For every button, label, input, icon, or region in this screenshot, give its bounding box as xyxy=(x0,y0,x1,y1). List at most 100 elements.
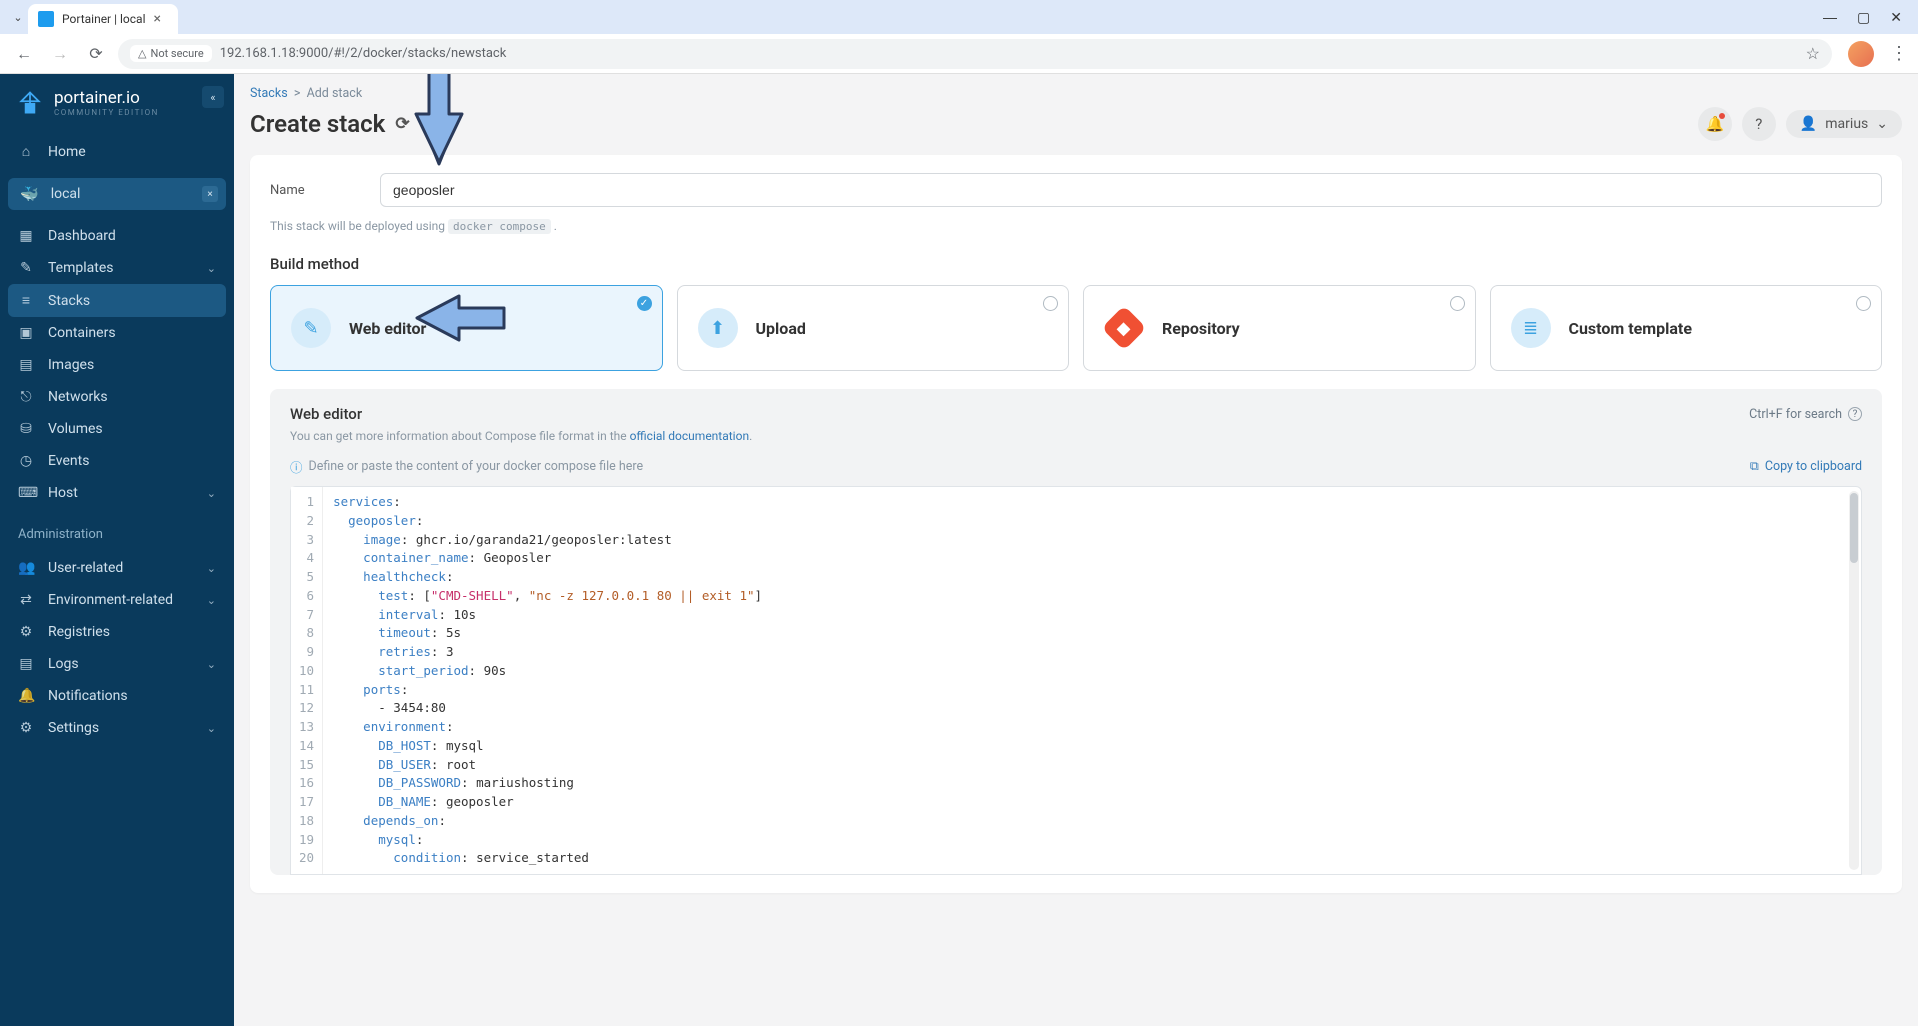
build-method-upload[interactable]: ⬆ Upload xyxy=(677,285,1070,371)
nav-icon: ▤ xyxy=(18,656,34,672)
method-icon: ◆ xyxy=(1101,305,1146,350)
notification-dot xyxy=(1719,113,1725,119)
nav-icon: ✎ xyxy=(18,260,34,276)
security-chip[interactable]: △ Not secure xyxy=(130,45,212,62)
method-icon: ⬆ xyxy=(698,308,738,348)
brand-edition: COMMUNITY EDITION xyxy=(54,108,159,117)
window-close-icon[interactable]: ✕ xyxy=(1890,9,1902,26)
nav-icon: ⚙ xyxy=(18,624,34,640)
chevron-down-icon: ⌄ xyxy=(207,562,216,575)
sidebar-item-stacks[interactable]: ≡Stacks xyxy=(8,284,226,317)
window-maximize-icon[interactable]: ▢ xyxy=(1857,9,1870,26)
brand-name: portainer.io xyxy=(54,88,159,108)
sidebar-item-environment-related[interactable]: ⇄Environment-related⌄ xyxy=(0,584,234,616)
nav-icon: ⛁ xyxy=(18,421,34,437)
chevron-down-icon: ⌄ xyxy=(207,594,216,607)
help-button[interactable]: ? xyxy=(1742,107,1776,141)
official-docs-link[interactable]: official documentation xyxy=(630,429,750,443)
nav-icon: ▤ xyxy=(18,357,34,373)
nav-icon: ◷ xyxy=(18,453,34,469)
scrollbar-thumb[interactable] xyxy=(1850,493,1858,563)
sidebar-item-user-related[interactable]: 👥User-related⌄ xyxy=(0,552,234,584)
sidebar-item-settings[interactable]: ⚙Settings⌄ xyxy=(0,712,234,744)
chevron-down-icon: ⌄ xyxy=(207,722,216,735)
docker-whale-icon: 🐳 xyxy=(20,185,39,203)
forward-button[interactable]: → xyxy=(46,40,74,68)
compose-code-editor[interactable]: 1234567891011121314151617181920 services… xyxy=(290,486,1862,875)
window-minimize-icon[interactable]: — xyxy=(1823,9,1837,26)
notifications-button[interactable]: 🔔 xyxy=(1698,107,1732,141)
sidebar-environment-pill[interactable]: 🐳 local × xyxy=(8,178,226,210)
sidebar: portainer.io COMMUNITY EDITION « ⌂ Home … xyxy=(0,74,234,1026)
editor-placeholder-info: ⓘ Define or paste the content of your do… xyxy=(290,457,643,476)
sidebar-item-dashboard[interactable]: ▦Dashboard xyxy=(0,220,234,252)
back-button[interactable]: ← xyxy=(10,40,38,68)
nav-icon: ▣ xyxy=(18,325,34,341)
code-gutter: 1234567891011121314151617181920 xyxy=(291,487,323,874)
tab-close-icon[interactable]: × xyxy=(154,11,161,27)
address-bar[interactable]: △ Not secure 192.168.1.18:9000/#!/2/dock… xyxy=(118,39,1832,69)
main-content: Stacks > Add stack Create stack ⟳ 🔔 ? xyxy=(234,74,1918,1026)
browser-tab[interactable]: Portainer | local × xyxy=(28,4,178,34)
method-icon: ✎ xyxy=(291,308,331,348)
user-menu[interactable]: 👤 marius ⌄ xyxy=(1786,110,1902,138)
warning-icon: △ xyxy=(138,47,146,60)
sidebar-item-host[interactable]: ⌨Host⌄ xyxy=(0,477,234,509)
sidebar-item-registries[interactable]: ⚙Registries xyxy=(0,616,234,648)
build-method-repository[interactable]: ◆ Repository xyxy=(1083,285,1476,371)
editor-search-hint: Ctrl+F for search ? xyxy=(1749,407,1862,422)
reload-button[interactable]: ⟳ xyxy=(82,40,110,68)
help-circle-icon[interactable]: ? xyxy=(1848,407,1862,421)
nav-icon: 🔔 xyxy=(18,688,34,704)
profile-avatar[interactable] xyxy=(1848,41,1874,67)
nav-icon: ⇄ xyxy=(18,592,34,608)
sidebar-item-images[interactable]: ▤Images xyxy=(0,349,234,381)
page-title: Create stack ⟳ xyxy=(250,110,410,138)
sidebar-header: portainer.io COMMUNITY EDITION « xyxy=(0,74,234,131)
breadcrumb-current: Add stack xyxy=(307,86,363,101)
code-content[interactable]: services: geoposler: image: ghcr.io/gara… xyxy=(323,487,1861,874)
nav-icon: ⎋ xyxy=(18,389,34,405)
radio-indicator xyxy=(1043,296,1058,311)
portainer-logo-icon xyxy=(16,89,44,117)
deploy-helper-text: This stack will be deployed using docker… xyxy=(270,219,1882,233)
annotation-arrow-down xyxy=(404,74,474,174)
home-icon: ⌂ xyxy=(18,143,34,160)
nav-icon: ≡ xyxy=(18,292,34,309)
sidebar-collapse-button[interactable]: « xyxy=(202,86,224,108)
breadcrumb-root-link[interactable]: Stacks xyxy=(250,86,288,101)
name-label: Name xyxy=(270,183,360,198)
nav-icon: 👥 xyxy=(18,560,34,576)
stack-name-input[interactable] xyxy=(380,173,1882,207)
user-icon: 👤 xyxy=(1800,116,1817,132)
url-text: 192.168.1.18:9000/#!/2/docker/stacks/new… xyxy=(220,46,507,61)
sidebar-item-containers[interactable]: ▣Containers xyxy=(0,317,234,349)
editor-scrollbar[interactable] xyxy=(1849,491,1859,870)
nav-icon: ▦ xyxy=(18,228,34,244)
browser-tab-strip: ⌄ Portainer | local × — ▢ ✕ xyxy=(0,0,1918,34)
sidebar-item-notifications[interactable]: 🔔Notifications xyxy=(0,680,234,712)
bookmark-star-icon[interactable]: ☆ xyxy=(1806,44,1820,63)
copy-to-clipboard-button[interactable]: ⧉ Copy to clipboard xyxy=(1750,459,1862,474)
tabs-dropdown-icon[interactable]: ⌄ xyxy=(8,11,28,24)
nav-icon: ⌨ xyxy=(18,485,34,501)
sidebar-item-logs[interactable]: ▤Logs⌄ xyxy=(0,648,234,680)
sidebar-item-events[interactable]: ◷Events xyxy=(0,445,234,477)
chevron-down-icon: ⌄ xyxy=(207,262,216,275)
breadcrumb: Stacks > Add stack xyxy=(250,86,1902,101)
sidebar-item-templates[interactable]: ✎Templates⌄ xyxy=(0,252,234,284)
radio-indicator xyxy=(1450,296,1465,311)
sidebar-item-home[interactable]: ⌂ Home xyxy=(0,135,234,168)
build-method-title: Build method xyxy=(270,255,1882,273)
sidebar-item-volumes[interactable]: ⛁Volumes xyxy=(0,413,234,445)
nav-icon: ⚙ xyxy=(18,720,34,736)
info-circle-icon: ⓘ xyxy=(290,457,303,476)
browser-menu-icon[interactable]: ⋮ xyxy=(1890,43,1908,64)
sidebar-section-administration: Administration xyxy=(0,513,234,548)
annotation-arrow-left xyxy=(409,288,509,348)
create-stack-form: Name This stack will be deployed using d… xyxy=(250,155,1902,893)
web-editor-panel: Web editor Ctrl+F for search ? You can g… xyxy=(270,389,1882,875)
build-method-custom-template[interactable]: ≣ Custom template xyxy=(1490,285,1883,371)
env-close-icon[interactable]: × xyxy=(202,186,218,202)
sidebar-item-networks[interactable]: ⎋Networks xyxy=(0,381,234,413)
